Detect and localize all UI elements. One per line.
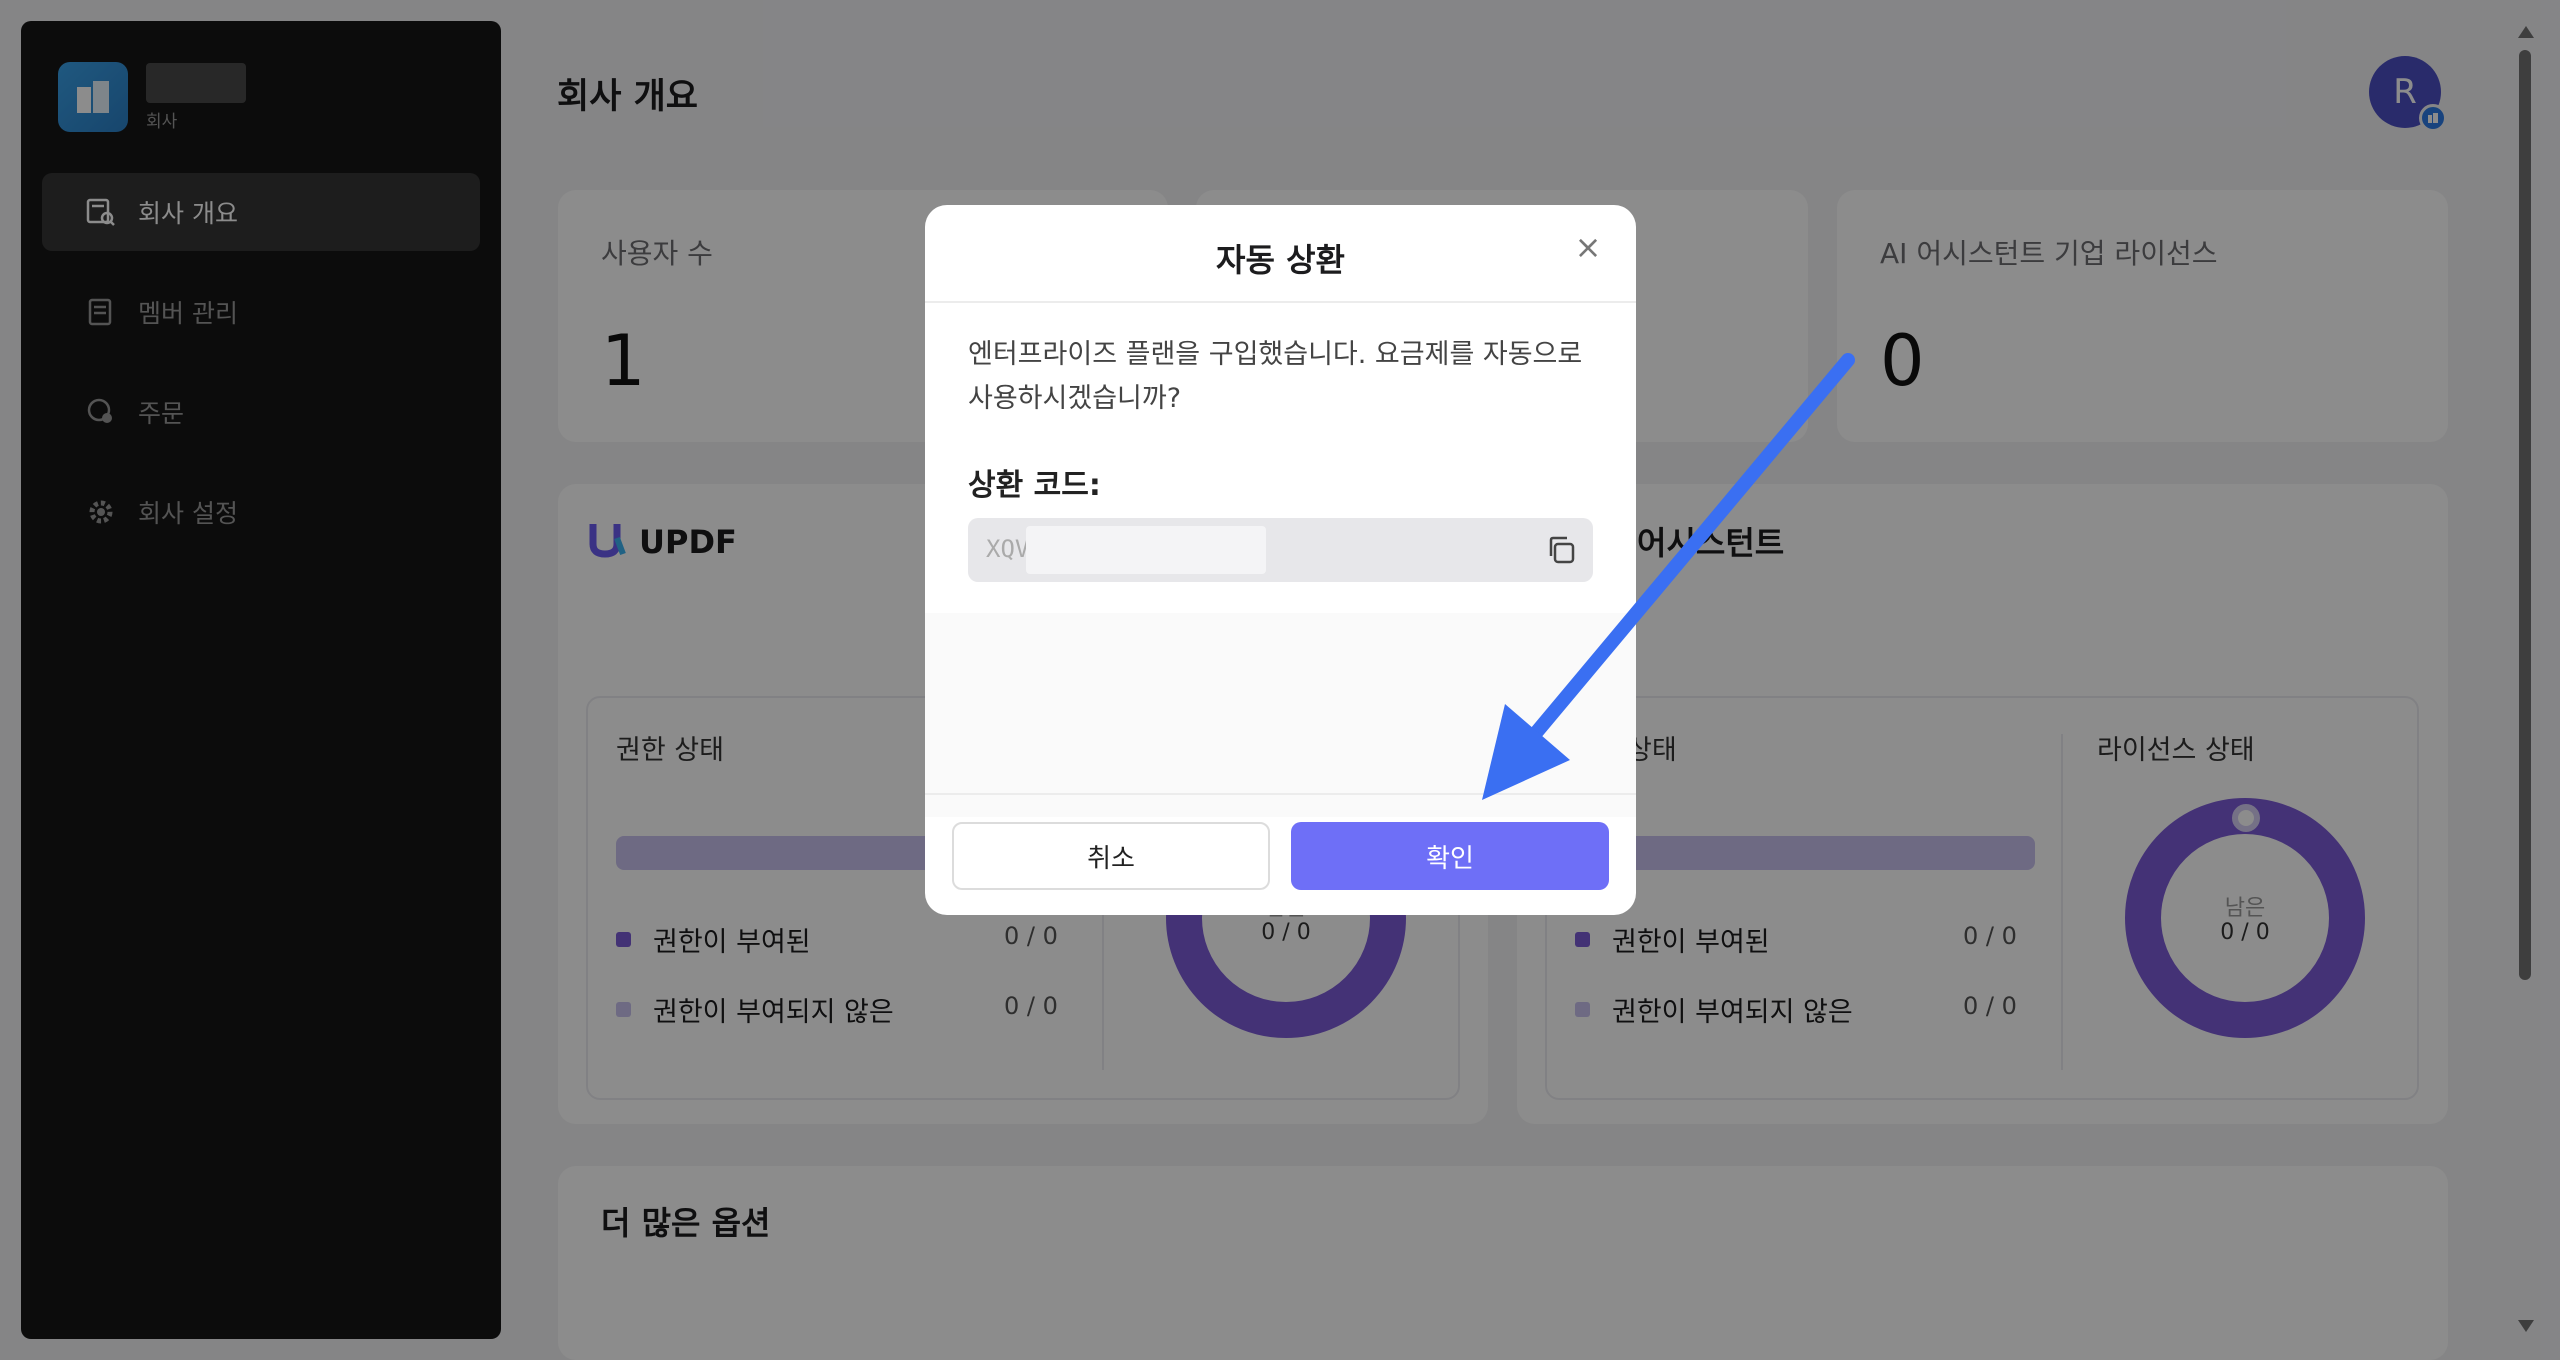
close-icon[interactable]: × bbox=[1570, 228, 1606, 266]
scroll-up-icon[interactable] bbox=[2518, 26, 2534, 38]
dialog-title: 자동 상환 bbox=[1216, 241, 1345, 279]
redeem-code-redacted bbox=[1026, 526, 1266, 574]
copy-icon[interactable] bbox=[1545, 534, 1577, 566]
confirm-button[interactable]: 확인 bbox=[1291, 822, 1609, 890]
auto-redeem-dialog: 자동 상환 × 엔터프라이즈 플랜을 구입했습니다. 요금제를 자동으로 사용하… bbox=[925, 205, 1636, 915]
dialog-body: 엔터프라이즈 플랜을 구입했습니다. 요금제를 자동으로 사용하시겠습니까? 상… bbox=[925, 303, 1636, 817]
redeem-code-field[interactable]: XQV bbox=[968, 518, 1593, 582]
scroll-down-icon[interactable] bbox=[2518, 1320, 2534, 1332]
cancel-button[interactable]: 취소 bbox=[952, 822, 1270, 890]
redeem-code-label: 상환 코드: bbox=[968, 468, 1101, 503]
dialog-message: 엔터프라이즈 플랜을 구입했습니다. 요금제를 자동으로 사용하시겠습니까? bbox=[968, 339, 1583, 414]
redeem-code-value: XQV bbox=[986, 535, 1030, 563]
page-scrollbar[interactable] bbox=[2519, 50, 2531, 980]
